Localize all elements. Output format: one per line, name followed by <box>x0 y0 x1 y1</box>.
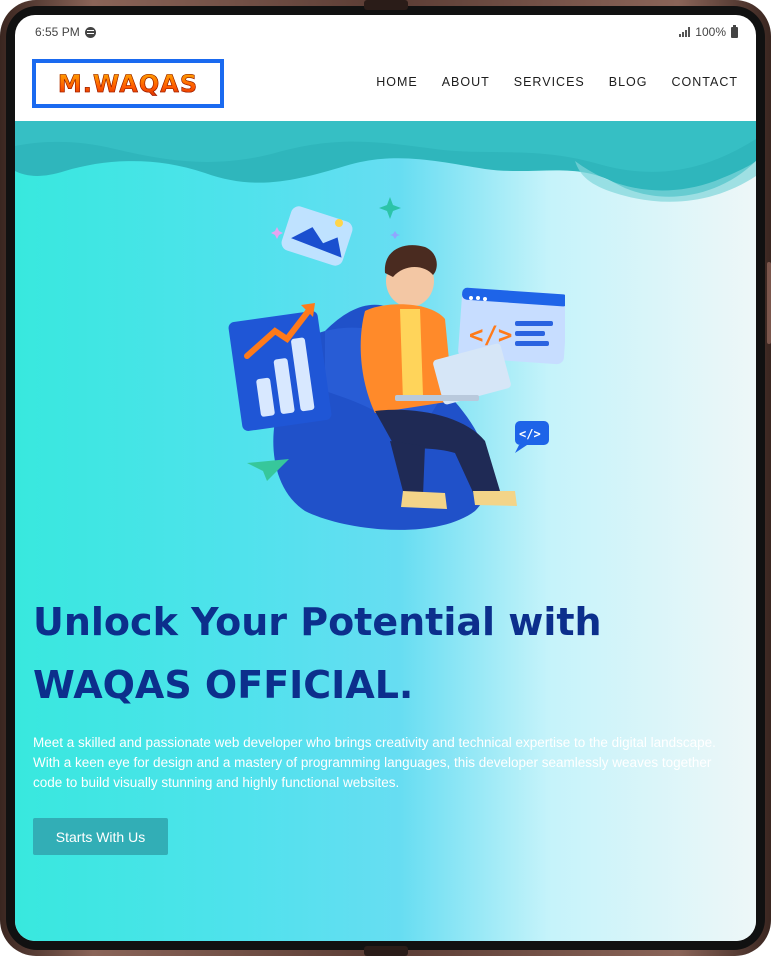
status-time: 6:55 PM <box>35 25 80 39</box>
svg-text:</>: </> <box>519 427 541 441</box>
hero-headline: Unlock Your Potential with WAQAS OFFICIA… <box>33 591 733 717</box>
hero-section: </> </> Unlock Your Potential with WAQAS… <box>15 121 756 941</box>
nav-link-home[interactable]: HOME <box>376 75 418 89</box>
headline-line-2: WAQAS OFFICIAL. <box>33 663 414 707</box>
starts-with-us-button[interactable]: Starts With Us <box>33 818 168 855</box>
code-bubble-icon: </> <box>515 421 549 453</box>
svg-text:</>: </> <box>469 321 512 349</box>
navbar: M.WAQAS HOME ABOUT SERVICES BLOG CONTACT <box>15 49 756 121</box>
hinge-bottom <box>364 946 408 956</box>
logo-text: M.WAQAS <box>57 69 199 98</box>
nav-link-services[interactable]: SERVICES <box>514 75 585 89</box>
nav-link-about[interactable]: ABOUT <box>442 75 490 89</box>
status-bar: 6:55 PM 100% <box>15 15 756 49</box>
signal-icon <box>679 27 691 37</box>
headline-line-1: Unlock Your Potential with <box>33 600 602 644</box>
battery-percent: 100% <box>695 25 726 39</box>
device-frame: 6:55 PM 100% M.WAQAS HOME ABOUT SERVICES… <box>0 0 771 956</box>
battery-icon <box>731 24 738 38</box>
developer-illustration: </> </> <box>228 197 565 530</box>
side-button <box>767 262 771 344</box>
hinge-top <box>364 0 408 10</box>
growth-chart-icon <box>228 303 332 431</box>
nav-links: HOME ABOUT SERVICES BLOG CONTACT <box>376 75 738 89</box>
nav-link-blog[interactable]: BLOG <box>609 75 648 89</box>
spotify-icon <box>84 26 96 38</box>
picture-card-icon <box>281 206 353 266</box>
hero-description: Meet a skilled and passionate web develo… <box>33 735 716 790</box>
nav-link-contact[interactable]: CONTACT <box>672 75 739 89</box>
screen: 6:55 PM 100% M.WAQAS HOME ABOUT SERVICES… <box>15 15 756 941</box>
logo[interactable]: M.WAQAS <box>32 59 224 108</box>
